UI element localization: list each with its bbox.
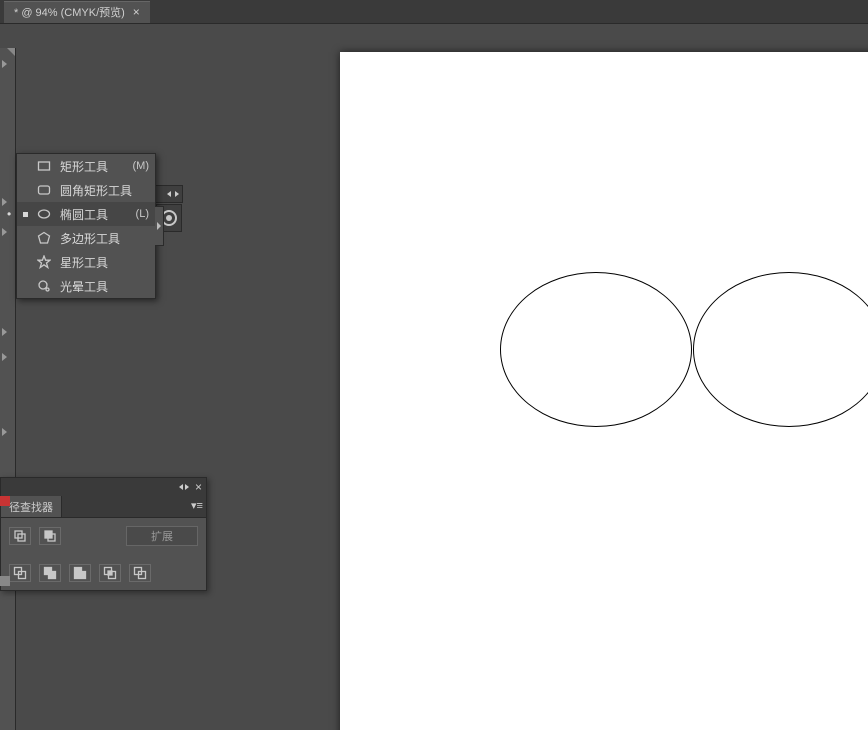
watermark-url: jingyan.baidu.com (733, 705, 838, 720)
tool-flyout-indicator[interactable] (2, 328, 7, 336)
panel-collapse-right-icon[interactable] (185, 484, 189, 490)
rounded-rectangle-icon (36, 182, 52, 198)
polygon-icon (36, 230, 52, 246)
star-tool-item[interactable]: 星形工具 (17, 250, 155, 274)
tool-flyout-indicator[interactable] (2, 428, 7, 436)
ellipse-shape-2[interactable] (693, 272, 868, 427)
tool-label: 光晕工具 (60, 278, 108, 295)
close-tab-icon[interactable]: × (133, 5, 140, 19)
panel-menu-button[interactable]: ▾≡ (188, 496, 206, 517)
tool-flyout-indicator[interactable] (2, 198, 7, 206)
workspace: 矩形工具 (M) 圆角矩形工具 椭圆工具 (L) 多边形工具 (0, 24, 868, 730)
pathfinder-outline-button[interactable] (129, 564, 151, 582)
tool-label: 多边形工具 (60, 230, 120, 247)
tool-label: 椭圆工具 (60, 206, 108, 223)
watermark-text: Bai (681, 666, 728, 698)
expand-button-label: 扩展 (151, 528, 173, 544)
pathfinder-trim-button[interactable] (39, 564, 61, 582)
ellipse-icon (36, 206, 52, 222)
panel-controls: × (1, 478, 206, 496)
pathfinder-tab[interactable]: 径查找器 (1, 496, 62, 517)
document-tab[interactable]: * @ 94% (CMYK/预览) × (4, 1, 150, 23)
expand-button[interactable]: 扩展 (126, 526, 198, 546)
flyout-tearoff-handle[interactable] (155, 206, 164, 246)
artboard[interactable] (340, 52, 868, 730)
panel-close-icon[interactable]: × (195, 480, 202, 494)
collapse-left-icon (167, 191, 171, 197)
tool-label: 星形工具 (60, 254, 108, 271)
tool-flyout-indicator[interactable] (2, 228, 7, 236)
rectangle-icon (36, 158, 52, 174)
panel-collapse-left-icon[interactable] (179, 484, 183, 490)
ellipse-shape-1[interactable] (500, 272, 692, 427)
tool-shortcut: (M) (133, 160, 150, 172)
tool-label: 圆角矩形工具 (60, 182, 132, 199)
collapse-right-icon (175, 191, 179, 197)
shape-mode-unite-button[interactable] (9, 527, 31, 545)
ellipse-tool-item[interactable]: 椭圆工具 (L) (17, 202, 155, 226)
pathfinder-crop-button[interactable] (99, 564, 121, 582)
shape-tool-flyout: 矩形工具 (M) 圆角矩形工具 椭圆工具 (L) 多边形工具 (16, 153, 156, 299)
rectangle-tool-item[interactable]: 矩形工具 (M) (17, 154, 155, 178)
document-tab-bar: * @ 94% (CMYK/预览) × (0, 0, 868, 24)
document-tab-title: * @ 94% (CMYK/预览) (14, 4, 125, 20)
canvas-area[interactable] (0, 24, 868, 730)
pathfinder-panel: × 径查找器 ▾≡ 扩展 (0, 477, 207, 591)
flare-tool-item[interactable]: 光晕工具 (17, 274, 155, 298)
toolbar-corner-icon (7, 48, 15, 56)
shape-mode-minus-front-button[interactable] (39, 527, 61, 545)
polygon-tool-item[interactable]: 多边形工具 (17, 226, 155, 250)
tool-label: 矩形工具 (60, 158, 108, 175)
tool-flyout-indicator[interactable] (2, 353, 7, 361)
panel-marker-icon (0, 496, 10, 506)
star-icon (36, 254, 52, 270)
pathfinder-divide-button[interactable] (9, 564, 31, 582)
panel-dock-header[interactable] (155, 185, 183, 203)
tool-flyout-indicator[interactable] (2, 60, 7, 68)
watermark-text: 经验 (780, 662, 838, 702)
panel-title: 径查找器 (9, 499, 53, 515)
tool-shortcut: (L) (136, 208, 149, 220)
toolbar-strip (0, 48, 16, 730)
rounded-rectangle-tool-item[interactable]: 圆角矩形工具 (17, 178, 155, 202)
flare-icon (36, 278, 52, 294)
watermark: Bai 经验 (681, 662, 838, 702)
paw-icon (734, 667, 774, 697)
pathfinder-merge-button[interactable] (69, 564, 91, 582)
panel-marker-icon (0, 576, 10, 586)
